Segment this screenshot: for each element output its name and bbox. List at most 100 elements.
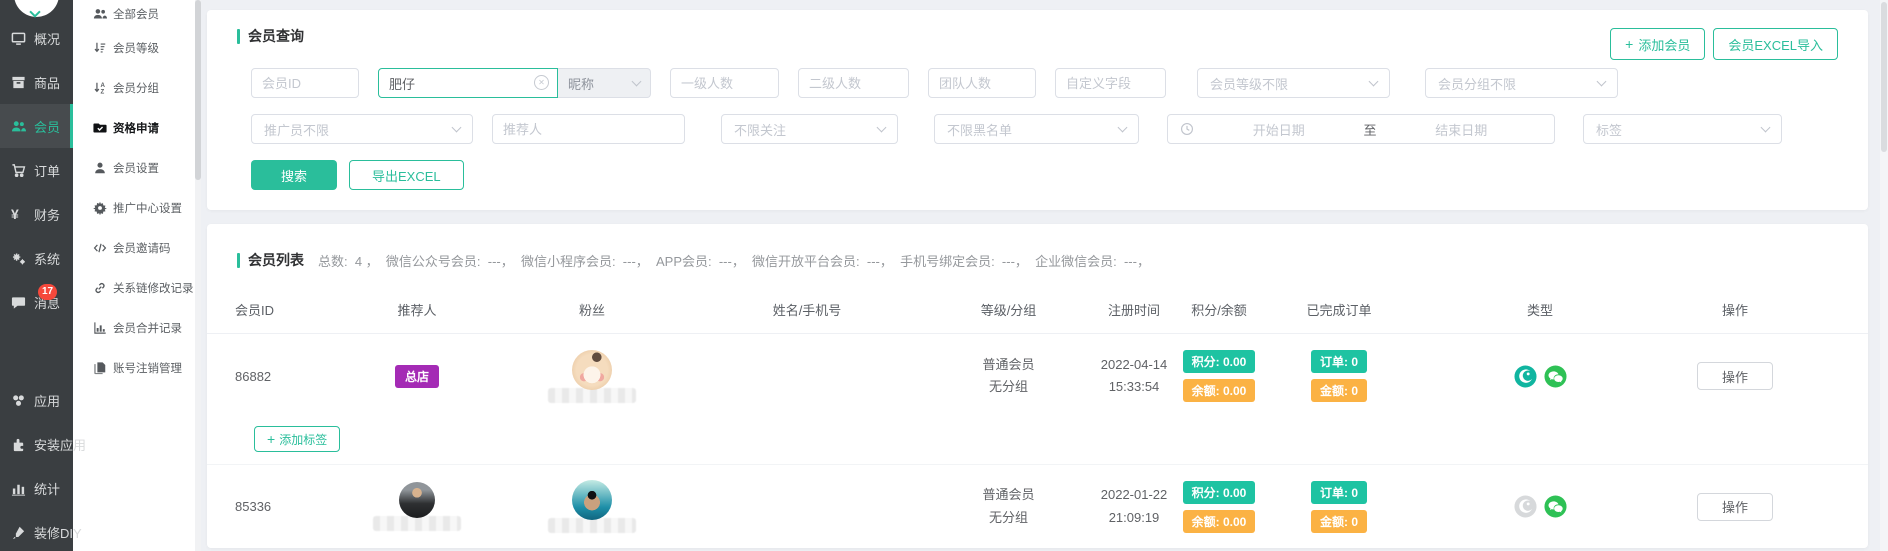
submenu-item-label: 会员合并记录 (113, 320, 182, 336)
nav-item-orders[interactable]: 订单 (0, 148, 73, 192)
sidebar-scrollbar-thumb[interactable] (195, 0, 201, 180)
blurred-name (548, 518, 636, 533)
nav-item-finance[interactable]: ¥ 财务 (0, 192, 73, 236)
points-badge: 积分: 0.00 (1183, 481, 1256, 504)
start-date-placeholder: 开始日期 (1198, 120, 1360, 139)
submenu-item-label: 全部会员 (113, 6, 159, 22)
clear-icon[interactable]: ✕ (534, 75, 549, 90)
keyword-input[interactable] (378, 68, 558, 98)
nav-item-statistics[interactable]: 统计 (0, 466, 73, 510)
nav-item-label: 应用 (34, 391, 60, 410)
amount-badge: 金额: 0 (1311, 510, 1367, 533)
filter-row-1: ✕ 昵称 会员等级不限 会员分组不限 (237, 68, 1838, 98)
nav-item-decorate-diy[interactable]: 装修DIY (0, 510, 73, 551)
promoter-select[interactable]: 推广员不限 (251, 114, 473, 144)
sidebar-scrollbar[interactable] (195, 0, 201, 551)
chevron-down-icon (1369, 76, 1379, 86)
submenu-item-qualification-apply[interactable]: 资格申请 (73, 108, 195, 148)
team-count-input[interactable] (928, 68, 1036, 98)
bar-chart-icon (93, 321, 107, 335)
member-grade: 普通会员 (927, 354, 1090, 376)
submenu-item-label: 会员邀请码 (113, 240, 171, 256)
nav-item-install-apps[interactable]: 安装应用 (0, 422, 73, 466)
column-header: 姓名/手机号 (687, 300, 927, 319)
action-cell: 操作 (1662, 493, 1868, 521)
table-body: 86882 总店 普通会员无分组 2022-04-1415:33:54 积分: … (207, 334, 1868, 548)
member-group-select[interactable]: 会员分组不限 (1425, 68, 1618, 98)
submenu-item-promotion-center-settings[interactable]: 推广中心设置 (73, 188, 195, 228)
action-cell: 操作 (1662, 362, 1868, 390)
plus-icon: + (1625, 37, 1633, 51)
submenu-item-label: 会员设置 (113, 160, 159, 176)
register-date: 2022-04-14 (1090, 354, 1178, 376)
member-excel-import-button[interactable]: 会员EXCEL导入 (1713, 28, 1838, 60)
custom-field-input[interactable] (1055, 68, 1166, 98)
member-type-cell (1418, 495, 1662, 518)
wechat-icon (1544, 365, 1567, 388)
member-table-row: 86882 总店 普通会员无分组 2022-04-1415:33:54 积分: … (207, 334, 1868, 418)
orders-amount-cell: 订单: 0 金额: 0 (1260, 481, 1418, 533)
app-root: 概况 商品 会员 订单 ¥ 财务 系统 消息 17 应用 安装应用 统计 (0, 0, 1888, 551)
level1-count-input[interactable] (670, 68, 779, 98)
member-group: 无分组 (927, 376, 1090, 398)
nav-item-label: 安装应用 (34, 435, 86, 454)
submenu-item-account-cancellation[interactable]: 账号注销管理 (73, 348, 195, 388)
column-header: 类型 (1418, 300, 1662, 319)
add-tag-label: 添加标签 (279, 431, 327, 448)
box-icon (11, 75, 26, 90)
sort-alpha-icon: AZ (93, 81, 107, 95)
export-excel-button[interactable]: 导出EXCEL (349, 160, 464, 190)
balance-badge: 余额: 0.00 (1183, 379, 1256, 402)
add-tag-button[interactable]: +添加标签 (254, 426, 340, 452)
page-scrollbar[interactable] (1880, 0, 1888, 551)
search-button[interactable]: 搜索 (251, 160, 337, 190)
chevron-down-icon (452, 122, 462, 132)
submenu-item-member-invite-code[interactable]: 会员邀请码 (73, 228, 195, 268)
nav-item-goods[interactable]: 商品 (0, 60, 73, 104)
nav-item-system[interactable]: 系统 (0, 236, 73, 280)
link-icon (93, 281, 107, 295)
submenu-item-all-members[interactable]: 全部会员 (73, 0, 195, 28)
nav-item-overview[interactable]: 概况 (0, 16, 73, 60)
nav-item-messages[interactable]: 消息 17 (0, 280, 73, 324)
svg-text:Z: Z (100, 89, 104, 95)
tag-select[interactable]: 标签 (1583, 114, 1782, 144)
blacklist-select[interactable]: 不限黑名单 (934, 114, 1139, 144)
column-header: 推荐人 (337, 300, 497, 319)
points-balance-cell: 积分: 0.00余额: 0.00 (1178, 481, 1260, 533)
keyword-type-select[interactable]: 昵称 (558, 68, 651, 98)
submenu-item-member-settings[interactable]: 会员设置 (73, 148, 195, 188)
end-date-placeholder: 结束日期 (1381, 120, 1543, 139)
man-sunglasses-avatar (572, 480, 612, 520)
grade-group-cell: 普通会员无分组 (927, 354, 1090, 398)
chevron-down-icon (1597, 76, 1607, 86)
member-id-input[interactable] (251, 68, 359, 98)
chat-icon (11, 295, 26, 310)
row-action-button[interactable]: 操作 (1697, 493, 1773, 521)
query-actions: 搜索 导出EXCEL (237, 160, 1838, 190)
puzzle-icon (11, 437, 26, 452)
submenu-item-member-merge-records[interactable]: 会员合并记录 (73, 308, 195, 348)
row-action-button[interactable]: 操作 (1697, 362, 1773, 390)
member-level-select[interactable]: 会员等级不限 (1197, 68, 1390, 98)
main-content: 会员查询 + 添加会员 会员EXCEL导入 ✕ (201, 0, 1880, 551)
orders-badge: 订单: 0 (1311, 481, 1367, 504)
referrer-input[interactable] (492, 114, 685, 144)
member-query-panel: 会员查询 + 添加会员 会员EXCEL导入 ✕ (207, 10, 1868, 210)
submenu-item-member-groups[interactable]: AZ 会员分组 (73, 68, 195, 108)
page-scrollbar-thumb[interactable] (1881, 2, 1887, 152)
register-date-range-picker[interactable]: 开始日期 至 结束日期 (1167, 114, 1555, 144)
submenu-item-relation-chain-edit-records[interactable]: 关系链修改记录 (73, 268, 195, 308)
nav-item-apps[interactable]: 应用 (0, 378, 73, 422)
submenu-item-member-levels[interactable]: 会员等级 (73, 28, 195, 68)
level2-count-input[interactable] (798, 68, 909, 98)
follow-status-select[interactable]: 不限关注 (721, 114, 898, 144)
add-member-button[interactable]: + 添加会员 (1610, 28, 1705, 60)
nav-item-members[interactable]: 会员 (0, 104, 73, 148)
orders-amount-cell: 订单: 0金额: 0 (1260, 350, 1418, 402)
member-table-row: 85336 普通会员无分组 2022-01-2221:09:19 积分: 0.0… (207, 464, 1868, 548)
primary-sidebar: 概况 商品 会员 订单 ¥ 财务 系统 消息 17 应用 安装应用 统计 (0, 0, 73, 551)
folder-check-icon (93, 121, 107, 135)
keyword-group: ✕ 昵称 (378, 68, 651, 98)
tag-row: +添加标签 (207, 418, 1868, 464)
